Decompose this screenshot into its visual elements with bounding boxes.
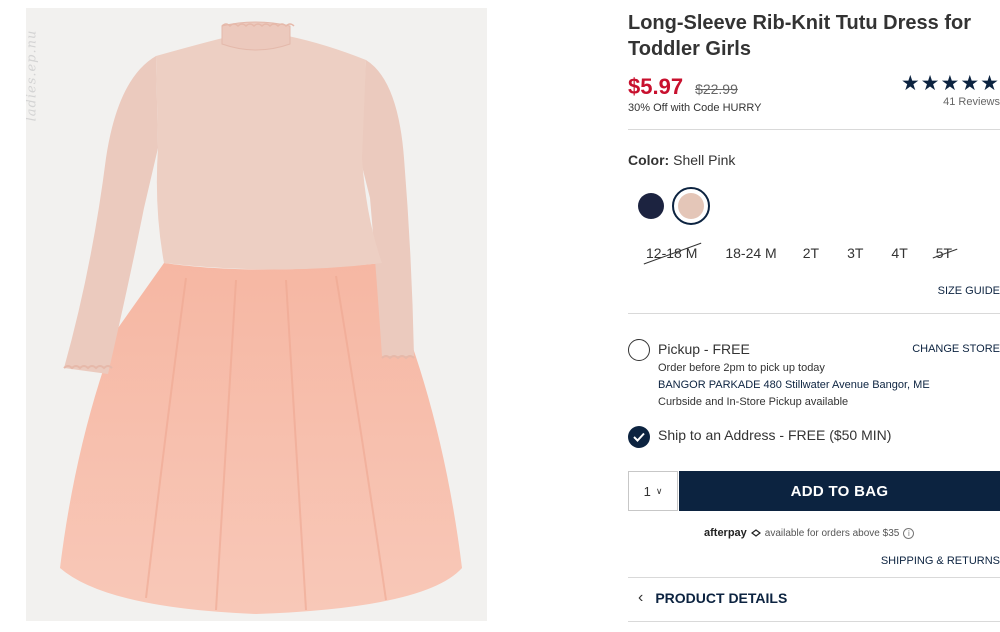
size-option-4t[interactable]: 4T <box>891 245 907 261</box>
sale-price: $5.97 <box>628 74 684 99</box>
price-row: $5.97 $22.99 <box>628 74 738 100</box>
divider <box>628 313 1000 314</box>
product-details-toggle[interactable]: ‹ PRODUCT DETAILS <box>638 589 787 607</box>
star-rating-icon: ★★★★★ <box>900 72 1000 95</box>
size-option-5t[interactable]: 5T <box>936 245 952 261</box>
pickup-label[interactable]: Pickup - FREE <box>658 341 750 357</box>
dress-illustration <box>60 21 462 614</box>
watermark: ladies.ep.nu <box>26 20 50 140</box>
divider <box>628 577 1000 578</box>
size-selector: 12-18 M 18-24 M 2T 3T 4T 5T <box>646 245 980 261</box>
quantity-select[interactable]: 1 ∨ <box>628 471 678 511</box>
size-option-12-18m[interactable]: 12-18 M <box>646 245 697 261</box>
color-label: Color: Shell Pink <box>628 152 735 168</box>
product-info-panel: Long-Sleeve Rib-Knit Tutu Dress for Todd… <box>628 0 1000 632</box>
color-swatch-navy[interactable] <box>638 193 664 219</box>
color-swatch-shell-pink-fill <box>678 193 704 219</box>
change-store-link[interactable]: CHANGE STORE <box>912 343 1000 355</box>
review-count-link[interactable]: 41 Reviews <box>901 96 1000 108</box>
curbside-note: Curbside and In-Store Pickup available <box>658 396 849 408</box>
size-guide-link[interactable]: SIZE GUIDE <box>938 285 1000 297</box>
color-value: Shell Pink <box>673 152 736 168</box>
divider <box>628 621 1000 622</box>
pickup-note: Order before 2pm to pick up today <box>658 362 825 374</box>
pickup-radio[interactable] <box>628 339 650 361</box>
size-option-18-24m[interactable]: 18-24 M <box>725 245 776 261</box>
original-price: $22.99 <box>695 81 738 97</box>
promo-text: 30% Off with Code HURRY <box>628 102 762 114</box>
afterpay-arrows-icon <box>750 529 761 537</box>
afterpay-logo: afterpay <box>704 527 747 539</box>
ship-label[interactable]: Ship to an Address - FREE ($50 MIN) <box>658 427 891 443</box>
afterpay-text: available for orders above $35 <box>764 527 900 539</box>
color-label-key: Color: <box>628 152 670 168</box>
size-option-2t[interactable]: 2T <box>803 245 819 261</box>
store-address[interactable]: BANGOR PARKADE 480 Stillwater Avenue Ban… <box>658 379 930 391</box>
ship-radio-checked[interactable] <box>628 426 650 448</box>
quantity-value: 1 <box>643 483 651 499</box>
rating[interactable]: ★★★★★ 41 Reviews <box>901 72 1000 108</box>
shipping-returns-link[interactable]: SHIPPING & RETURNS <box>881 555 1000 567</box>
product-title: Long-Sleeve Rib-Knit Tutu Dress for Todd… <box>628 12 971 60</box>
chevron-down-icon: ∨ <box>655 485 663 496</box>
size-option-3t[interactable]: 3T <box>847 245 863 261</box>
watermark-text: ladies.ep.nu <box>26 29 40 122</box>
product-details-label: PRODUCT DETAILS <box>655 590 788 606</box>
color-swatch-shell-pink[interactable] <box>672 187 710 225</box>
checkmark-icon <box>633 432 645 442</box>
product-image[interactable]: ladies.ep.nu <box>26 8 487 621</box>
divider <box>628 129 1000 130</box>
chevron-left-icon: ‹ <box>638 589 644 606</box>
afterpay-info: afterpay available for orders above $35 … <box>704 527 915 539</box>
add-to-bag-button[interactable]: ADD TO BAG <box>679 471 1000 511</box>
info-icon[interactable]: i <box>903 527 915 539</box>
